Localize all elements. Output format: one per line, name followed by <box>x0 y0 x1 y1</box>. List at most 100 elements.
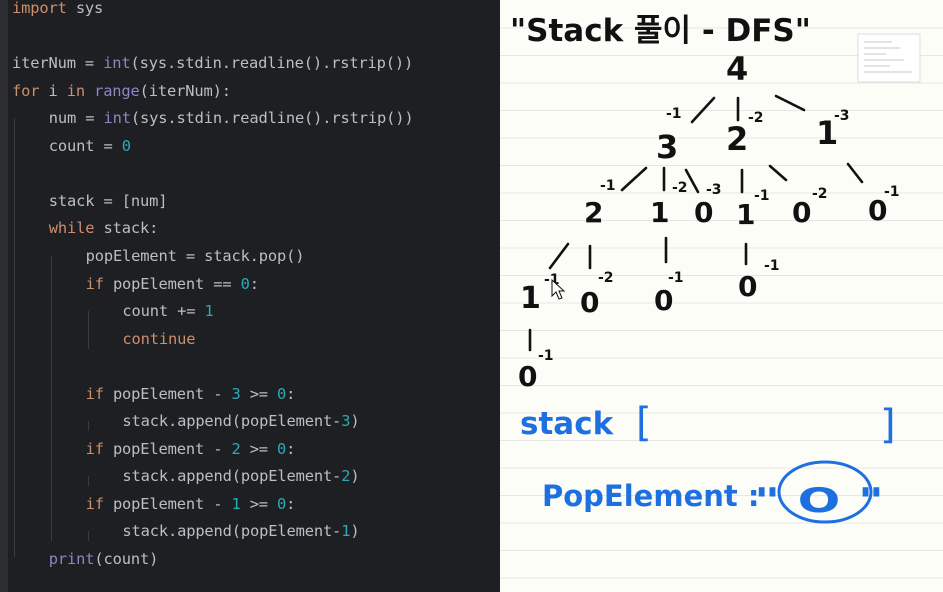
code-token: : <box>249 274 259 293</box>
code-line[interactable]: popElement = stack.pop() <box>86 245 305 267</box>
code-line[interactable]: stack.append(popElement-1) <box>122 520 359 542</box>
edge-label: -2 <box>672 180 688 196</box>
code-line[interactable]: count = 0 <box>49 135 131 157</box>
edge-label: -3 <box>706 182 722 198</box>
code-token: import <box>12 0 67 17</box>
edge-label: -2 <box>598 270 614 286</box>
code-token: (sys.stdin.readline().rstrip()) <box>130 109 414 128</box>
code-line[interactable]: stack.append(popElement-3) <box>122 410 359 432</box>
code-token: in <box>66 81 85 100</box>
tree-nodes: 4 3 2 1 2 1 0 1 0 0 1 0 0 0 0 <box>518 50 887 393</box>
tree-node: 1 <box>650 196 669 229</box>
edge-label: -3 <box>834 108 850 124</box>
code-token: stack: <box>94 219 159 238</box>
code-line[interactable]: stack = [num] <box>49 190 168 212</box>
stack-open-bracket: [ <box>636 400 652 446</box>
code-token: print <box>48 550 95 568</box>
tree-node: 2 <box>584 196 603 229</box>
tree-node: 3 <box>656 128 678 166</box>
code-line[interactable]: if popElement - 2 >= 0: <box>86 438 296 460</box>
tree-node: 0 <box>738 270 757 303</box>
code-token: count += <box>122 302 205 321</box>
code-line[interactable]: if popElement - 3 >= 0: <box>86 383 296 405</box>
code-line[interactable]: iterNum = int(sys.stdin.readline().rstri… <box>12 52 413 74</box>
code-editor[interactable]: import sys iterNum = int(sys.stdin.readli… <box>0 0 500 592</box>
code-token: 0 <box>121 136 131 155</box>
tree-edge-labels: -1 -2 -3 -1 -2 -3 -1 -2 -1 -1 -2 -1 -1 -… <box>538 106 900 364</box>
code-token: while <box>48 219 95 238</box>
tree-node: 0 <box>792 196 811 229</box>
code-token: popElement - <box>103 439 232 458</box>
code-token: : <box>286 494 296 513</box>
code-token: 2 <box>231 439 241 458</box>
code-token: (count) <box>94 550 159 568</box>
code-token: for <box>12 81 40 100</box>
edge-label: -1 <box>754 188 770 204</box>
code-line[interactable]: while stack: <box>48 217 159 239</box>
code-token: stack = [num] <box>48 191 168 210</box>
stack-label: stack <box>520 406 615 442</box>
indent-guide <box>87 531 89 542</box>
tree-node: 0 <box>518 360 537 393</box>
code-token: 3 <box>341 412 351 431</box>
code-line[interactable]: for i in range(iterNum): <box>12 80 231 102</box>
edge-label: -1 <box>666 106 682 122</box>
code-token: >= <box>240 384 278 403</box>
code-token: if <box>85 439 104 458</box>
code-token: (sys.stdin.readline().rstrip()) <box>130 54 414 73</box>
code-line[interactable]: if popElement == 0: <box>86 273 259 295</box>
page-thumbnail <box>857 33 921 83</box>
code-token: popElement - <box>103 494 232 513</box>
edge-label: -1 <box>764 258 780 274</box>
edge-label: -2 <box>812 186 828 202</box>
code-token: 1 <box>231 494 241 513</box>
code-token: 1 <box>341 522 351 541</box>
code-token: count = <box>48 136 122 155</box>
notes-svg: "Stack 풀이 - DFS" 4 3 2 1 2 1 0 1 0 0 1 0… <box>500 13 943 579</box>
code-token: popElement - <box>103 384 232 403</box>
code-token: i <box>39 81 67 100</box>
code-token: 2 <box>341 467 351 486</box>
code-line[interactable]: stack.append(popElement-2) <box>122 465 359 487</box>
code-token: : <box>286 439 296 458</box>
code-line[interactable]: count += 1 <box>122 300 213 322</box>
code-token: ) <box>350 412 360 431</box>
code-token: 3 <box>231 384 241 403</box>
code-token: stack.append(popElement- <box>122 467 342 486</box>
code-line[interactable]: print(count) <box>48 548 159 570</box>
code-token: >= <box>240 494 278 513</box>
code-line[interactable]: if popElement - 1 >= 0: <box>86 493 296 515</box>
code-line[interactable]: num = int(sys.stdin.readline().rstrip()) <box>49 107 414 129</box>
indent-guide <box>87 476 89 487</box>
code-token: range <box>94 81 140 100</box>
tree-node: 1 <box>520 281 541 316</box>
code-token: int <box>103 109 132 128</box>
code-token: 0 <box>277 384 287 403</box>
code-token: num = <box>48 109 104 128</box>
edge-label: -1 <box>538 348 554 364</box>
code-token: : <box>286 384 296 403</box>
edge-label: -1 <box>600 178 616 194</box>
code-token: continue <box>122 329 196 348</box>
code-token: int <box>103 54 131 73</box>
edge-label: -2 <box>748 110 764 126</box>
tree-node: 0 <box>654 284 673 317</box>
code-token: if <box>85 494 104 513</box>
code-token: ) <box>350 522 360 541</box>
edge-label: -1 <box>884 184 900 200</box>
edge-label: -1 <box>668 270 684 286</box>
code-token: 0 <box>240 274 250 293</box>
editor-gutter <box>0 0 8 592</box>
code-token: (iterNum): <box>139 81 231 100</box>
code-line[interactable]: continue <box>122 328 195 350</box>
code-token: 0 <box>277 439 287 458</box>
code-token: if <box>85 384 104 403</box>
code-token: 0 <box>277 494 287 513</box>
tree-node: 0 <box>694 196 713 229</box>
code-line[interactable]: import sys <box>12 0 103 19</box>
indent-guide <box>87 421 89 432</box>
code-token: ) <box>350 467 360 486</box>
code-token: >= <box>240 439 278 458</box>
indent-guide <box>14 118 15 557</box>
